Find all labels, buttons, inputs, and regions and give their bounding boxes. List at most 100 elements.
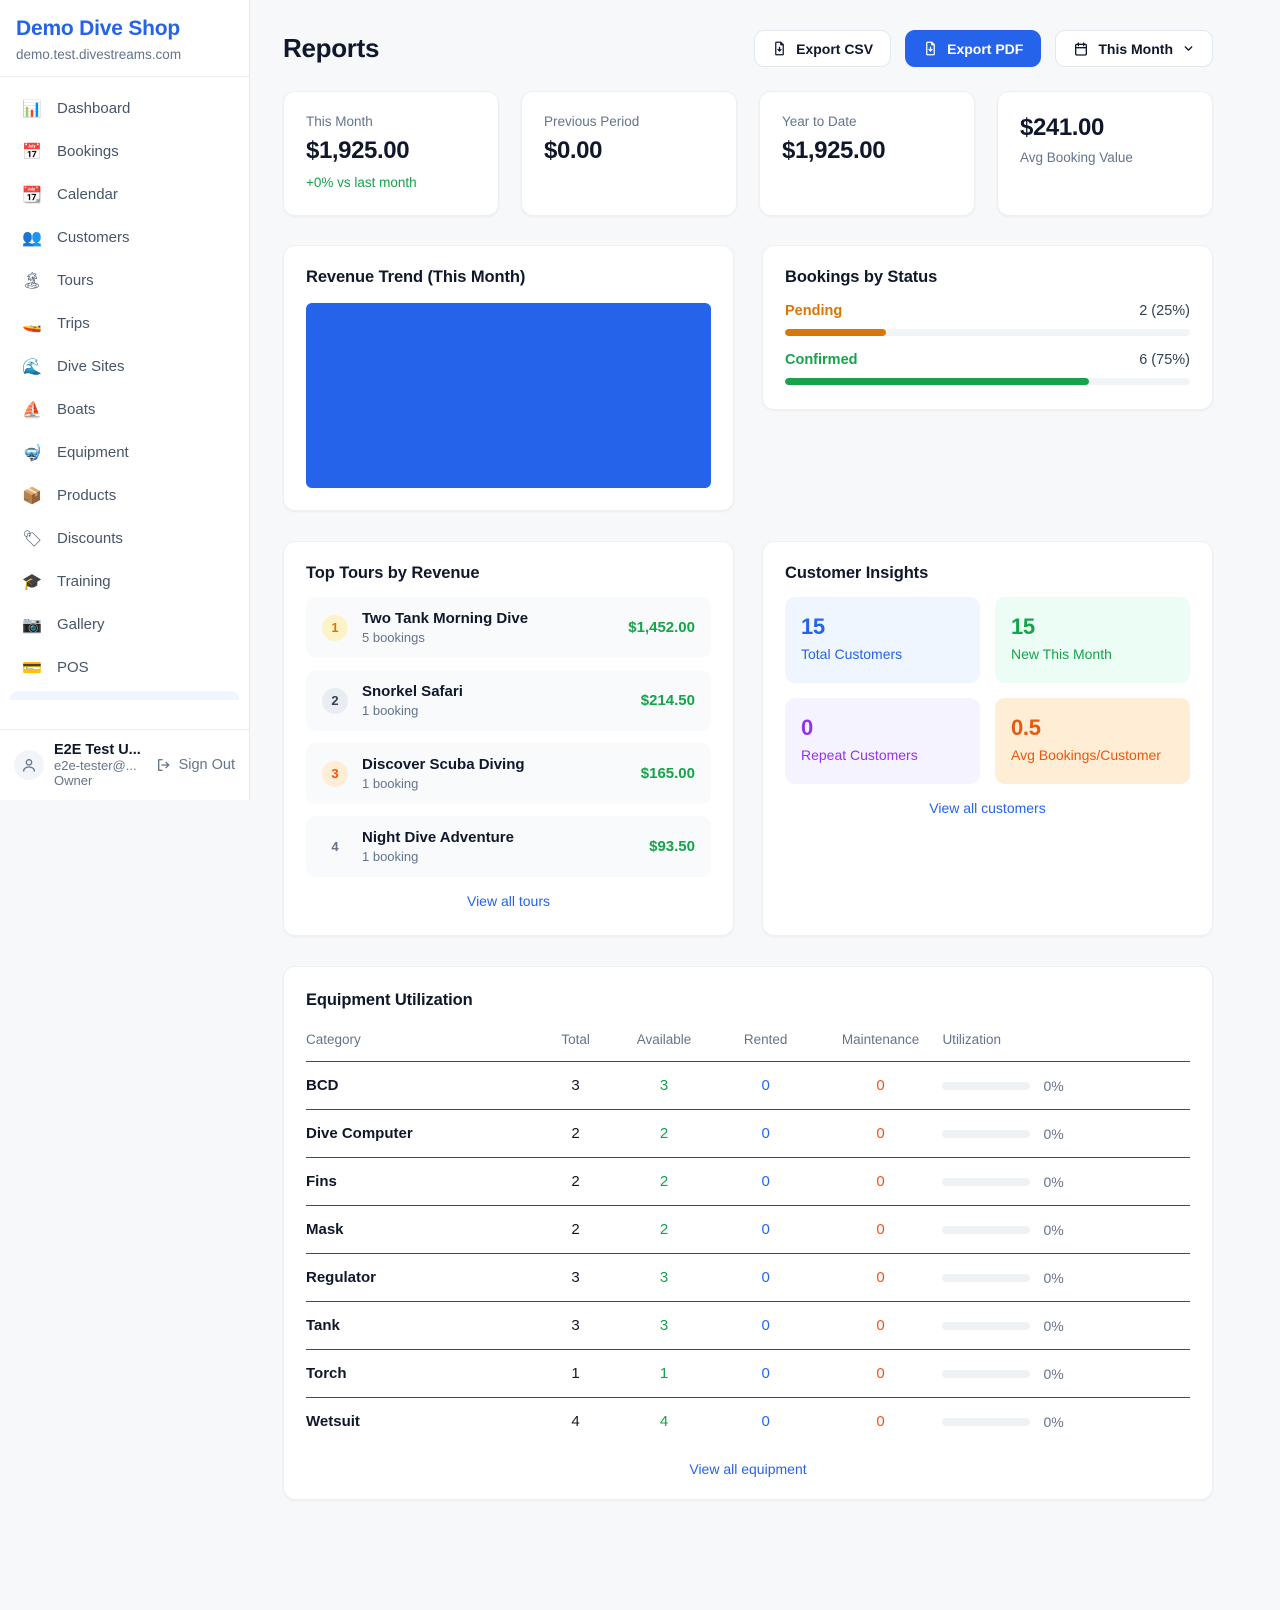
equip-total: 3 [536,1062,616,1110]
column-header: Rented [713,1024,819,1062]
view-all-tours-link[interactable]: View all tours [467,893,550,909]
stat-value: $1,925.00 [306,137,476,165]
rank-badge: 1 [322,615,348,641]
top-tours-card: Top Tours by Revenue 1 Two Tank Morning … [283,541,734,936]
sidebar-item-label: Calendar [57,186,118,203]
package-icon: 📦 [22,486,42,505]
table-row: Fins 2 2 0 0 0% [306,1158,1190,1206]
sidebar-item-training[interactable]: 🎓Training [8,560,241,603]
equip-rented: 0 [713,1350,819,1398]
revenue-trend-title: Revenue Trend (This Month) [306,268,711,287]
tile-new-this-month: 15 New This Month [995,597,1190,683]
sidebar-item-label: POS [57,659,89,676]
header-actions: Export CSV Export PDF This Month [754,30,1213,67]
tile-total-customers: 15 Total Customers [785,597,980,683]
stat-card-this-month: This Month $1,925.00 +0% vs last month [283,91,499,216]
view-all-equipment-link[interactable]: View all equipment [689,1461,806,1477]
tile-value: 0.5 [1011,715,1174,741]
user-name: E2E Test U... [54,742,141,758]
equip-maintenance: 0 [819,1062,943,1110]
sidebar-item-products[interactable]: 📦 Products [8,474,241,517]
sidebar-item-label: Dive Sites [57,358,125,375]
view-all-customers-link[interactable]: View all customers [929,800,1045,816]
sidebar-item-label: Products [57,487,116,504]
file-download-icon [923,41,938,56]
sidebar: Demo Dive Shop demo.test.divestreams.com… [0,0,250,800]
sidebar-item-trips[interactable]: 🚤Trips [8,302,241,345]
tile-repeat-customers: 0 Repeat Customers [785,698,980,784]
export-csv-button[interactable]: Export CSV [754,30,891,67]
utilization-percent: 0% [1043,1174,1063,1190]
tour-name: Snorkel Safari [362,683,463,700]
equip-rented: 0 [713,1158,819,1206]
revenue-trend-bar [306,303,711,488]
tile-label: Avg Bookings/Customer [1011,747,1174,763]
stat-card-avg-booking-value: $241.00 Avg Booking Value [997,91,1213,216]
equip-rented: 0 [713,1206,819,1254]
status-progress-fill [785,329,886,336]
sidebar-item-calendar[interactable]: 📆Calendar [8,173,241,216]
sidebar-item-gallery[interactable]: 📷Gallery [8,603,241,646]
equip-rented: 0 [713,1110,819,1158]
tour-name: Night Dive Adventure [362,829,514,846]
sidebar-item-dive-sites[interactable]: 🌊Dive Sites [8,345,241,388]
equip-category: Dive Computer [306,1110,536,1158]
sidebar-user-footer: E2E Test U... e2e-tester@... Owner Sign … [0,729,249,800]
sidebar-item-customers[interactable]: 👥Customers [8,216,241,259]
sidebar-item-pos[interactable]: 💳 POS [8,646,241,689]
credit-card-icon: 💳 [22,658,42,677]
status-progress-track [785,329,1190,336]
equip-maintenance: 0 [819,1110,943,1158]
equip-category: BCD [306,1062,536,1110]
tile-label: Total Customers [801,646,964,662]
insight-tiles: 15 Total Customers 15 New This Month 0 R… [785,597,1190,784]
sidebar-item-label: Discounts [57,530,123,547]
export-pdf-label: Export PDF [947,41,1023,57]
stat-delta: +0% vs last month [306,175,476,190]
stat-label: Year to Date [782,114,952,129]
table-row: Torch 1 1 0 0 0% [306,1350,1190,1398]
stat-label: This Month [306,114,476,129]
file-download-icon [772,41,787,56]
rank-badge: 3 [322,761,348,787]
user-email: e2e-tester@... [54,758,141,773]
sign-out-button[interactable]: Sign Out [156,757,235,773]
camera-icon: 📷 [22,615,42,634]
tour-bookings: 1 booking [362,849,514,864]
list-item: 3 Discover Scuba Diving1 booking $165.00 [306,743,711,804]
equip-rented: 0 [713,1398,819,1446]
status-row-pending: Pending 2 (25%) [785,303,1190,336]
diving-mask-icon: 🤿 [22,443,42,462]
period-dropdown[interactable]: This Month [1055,30,1213,67]
equip-available: 3 [615,1062,712,1110]
sidebar-item-equipment[interactable]: 🤿Equipment [8,431,241,474]
export-pdf-button[interactable]: Export PDF [905,30,1041,67]
tile-value: 15 [801,614,964,640]
utilization-bar [942,1418,1030,1426]
utilization-percent: 0% [1043,1414,1063,1430]
utilization-bar [942,1178,1030,1186]
utilization-bar [942,1226,1030,1234]
sidebar-item-reports-partial[interactable] [10,691,239,700]
utilization-bar [942,1322,1030,1330]
sidebar-item-boats[interactable]: ⛵Boats [8,388,241,431]
equip-maintenance: 0 [819,1206,943,1254]
sidebar-item-tours[interactable]: 🏝Tours [8,259,241,302]
sidebar-item-bookings[interactable]: 📅Bookings [8,130,241,173]
equipment-utilization-title: Equipment Utilization [306,991,1190,1010]
equip-available: 3 [615,1302,712,1350]
stat-value: $0.00 [544,137,714,165]
main-content: Reports Export CSV Export PDF This Month… [250,0,1280,1540]
tour-revenue: $93.50 [649,838,695,855]
bar-chart-icon: 📊 [22,99,42,118]
equip-total: 4 [536,1398,616,1446]
equip-category: Fins [306,1158,536,1206]
equip-available: 4 [615,1398,712,1446]
equipment-table: Category Total Available Rented Maintena… [306,1024,1190,1445]
person-icon [21,757,37,773]
tour-list: 1 Two Tank Morning Dive5 bookings $1,452… [306,597,711,877]
sidebar-item-dashboard[interactable]: 📊Dashboard [8,87,241,130]
user-meta: E2E Test U... e2e-tester@... Owner [54,742,141,788]
sidebar-item-discounts[interactable]: 🏷Discounts [8,517,241,560]
tour-revenue: $1,452.00 [628,619,695,636]
